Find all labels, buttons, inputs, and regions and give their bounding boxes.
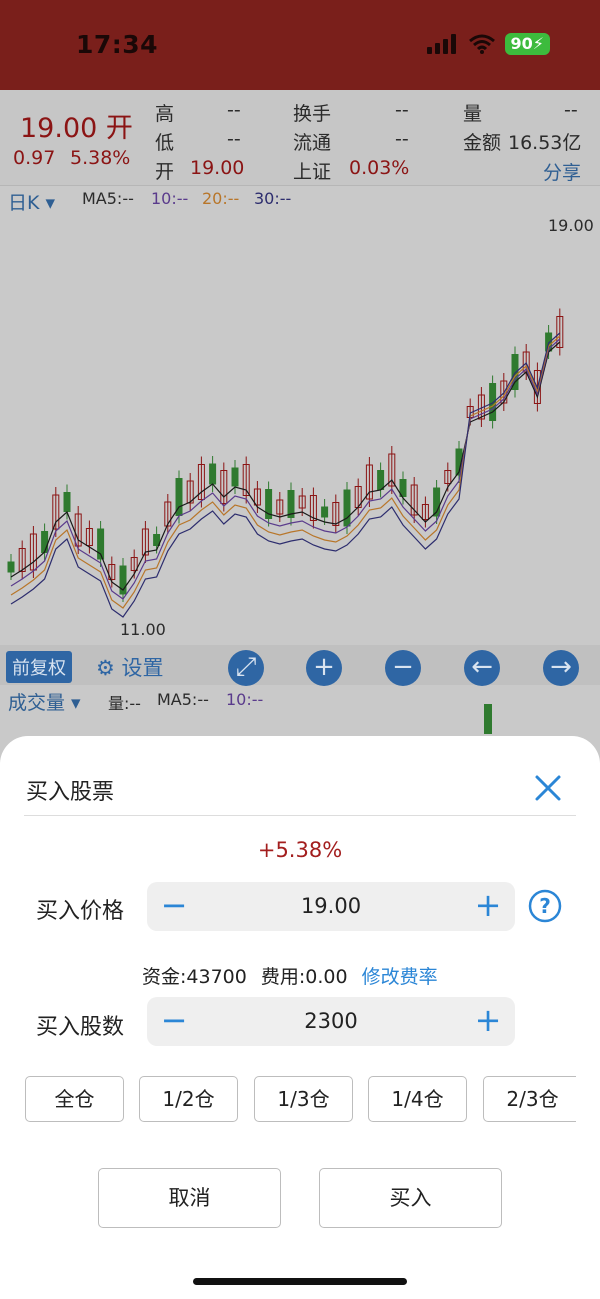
zoom-out-icon[interactable]: − [385, 650, 421, 686]
cancel-button[interactable]: 取消 [98, 1168, 281, 1228]
battery-level: 90 [510, 34, 533, 53]
ma-line [10, 332, 561, 618]
high-value: -- [227, 99, 241, 121]
ma30-label: 30:-- [254, 189, 292, 208]
ma-line [10, 341, 561, 591]
fullscreen-icon[interactable]: ⤢ [228, 650, 264, 686]
battery-icon: 90⚡ [504, 33, 550, 55]
chart-toolbar: 前复权 ⚙ 设置 ⤢ + − ← → [0, 645, 600, 686]
candle-body [63, 492, 71, 512]
price-change-pct: 5.38% [70, 147, 131, 169]
zoom-in-icon[interactable]: + [306, 650, 342, 686]
signal-icon [426, 34, 456, 54]
volume-indicator-bar: 成交量 ▾ 量:-- MA5:-- 10:-- [0, 688, 600, 734]
candle-body [489, 383, 497, 421]
candle-body [7, 561, 15, 573]
stock-detail-background: 19.00 开 0.97 5.38% 高 -- 低 -- 开 19.00 换手 … [0, 90, 600, 790]
ma5-label: MA5:-- [82, 189, 134, 208]
wifi-icon [468, 34, 495, 54]
buy-button[interactable]: 买入 [319, 1168, 502, 1228]
ma20-label: 20:-- [202, 189, 240, 208]
scroll-left-icon[interactable]: ← [464, 650, 500, 686]
turnover-label: 换手 [293, 103, 332, 125]
position-two-thirds-button[interactable]: 2/3仓 [483, 1076, 576, 1122]
amount-value: 16.53亿 [508, 132, 582, 154]
gear-icon: ⚙ [96, 656, 115, 680]
volume-bar [484, 704, 492, 734]
volume-value: -- [564, 99, 578, 121]
ma-line [10, 338, 561, 600]
index-value: 0.03% [349, 157, 410, 179]
chart-low-label: 11.00 [120, 620, 166, 639]
home-indicator [193, 1278, 407, 1285]
ma-line [10, 335, 561, 609]
chart-high-label: 19.00 [548, 216, 594, 235]
buy-sheet: 买入股票 +5.38% 买入价格 − 19.00 + ? 资金:43700 费用… [0, 736, 600, 1299]
position-quarter-button[interactable]: 1/4仓 [368, 1076, 467, 1122]
current-price: 19.00 开 [20, 113, 133, 144]
volume-ma5-label: MA5:-- [157, 690, 209, 709]
float-value: -- [395, 128, 409, 150]
position-full-button[interactable]: 全仓 [25, 1076, 124, 1122]
candle-body [231, 467, 239, 487]
status-bar: 17:34 90⚡ [0, 0, 600, 90]
candle-body [209, 463, 217, 485]
ma10-label: 10:-- [151, 189, 189, 208]
volume-label: 量 [463, 103, 483, 125]
candle-body [321, 506, 329, 518]
price-change: 0.97 [13, 147, 56, 169]
quote-header: 19.00 开 0.97 5.38% 高 -- 低 -- 开 19.00 换手 … [0, 90, 600, 186]
candle-body [41, 531, 49, 553]
index-label: 上证 [293, 161, 332, 183]
turnover-value: -- [395, 99, 409, 121]
volume-ma10-label: 10:-- [226, 690, 264, 709]
share-link[interactable]: 分享 [543, 158, 581, 185]
low-value: -- [227, 128, 241, 150]
adjust-button[interactable]: 前复权 [6, 651, 72, 683]
candle-body [511, 354, 519, 390]
candle-body [343, 489, 351, 527]
candle-body [377, 470, 385, 490]
status-time: 17:34 [76, 30, 159, 59]
position-third-button[interactable]: 1/3仓 [254, 1076, 353, 1122]
period-label: 日K [8, 192, 40, 214]
volume-title: 成交量 [8, 692, 66, 714]
amount-label: 金额 [463, 132, 502, 154]
kline-indicator-bar: 日K ▾ MA5:-- 10:-- 20:-- 30:-- [0, 186, 600, 215]
low-label: 低 [155, 132, 175, 154]
open-label: 开 [155, 161, 175, 183]
period-selector[interactable]: 日K ▾ [8, 188, 55, 215]
candlestick-series [7, 308, 564, 618]
position-half-button[interactable]: 1/2仓 [139, 1076, 238, 1122]
status-icons: 90⚡ [426, 33, 550, 55]
volume-vol-label: 量:-- [108, 694, 141, 713]
kline-chart[interactable]: 19.00 11.00 [0, 212, 600, 640]
float-label: 流通 [293, 132, 332, 154]
high-label: 高 [155, 103, 175, 125]
open-value: 19.00 [190, 157, 245, 179]
settings-button[interactable]: ⚙ 设置 [96, 652, 164, 682]
scroll-right-icon[interactable]: → [543, 650, 579, 686]
settings-label: 设置 [121, 656, 164, 680]
volume-selector[interactable]: 成交量 ▾ [8, 688, 81, 715]
